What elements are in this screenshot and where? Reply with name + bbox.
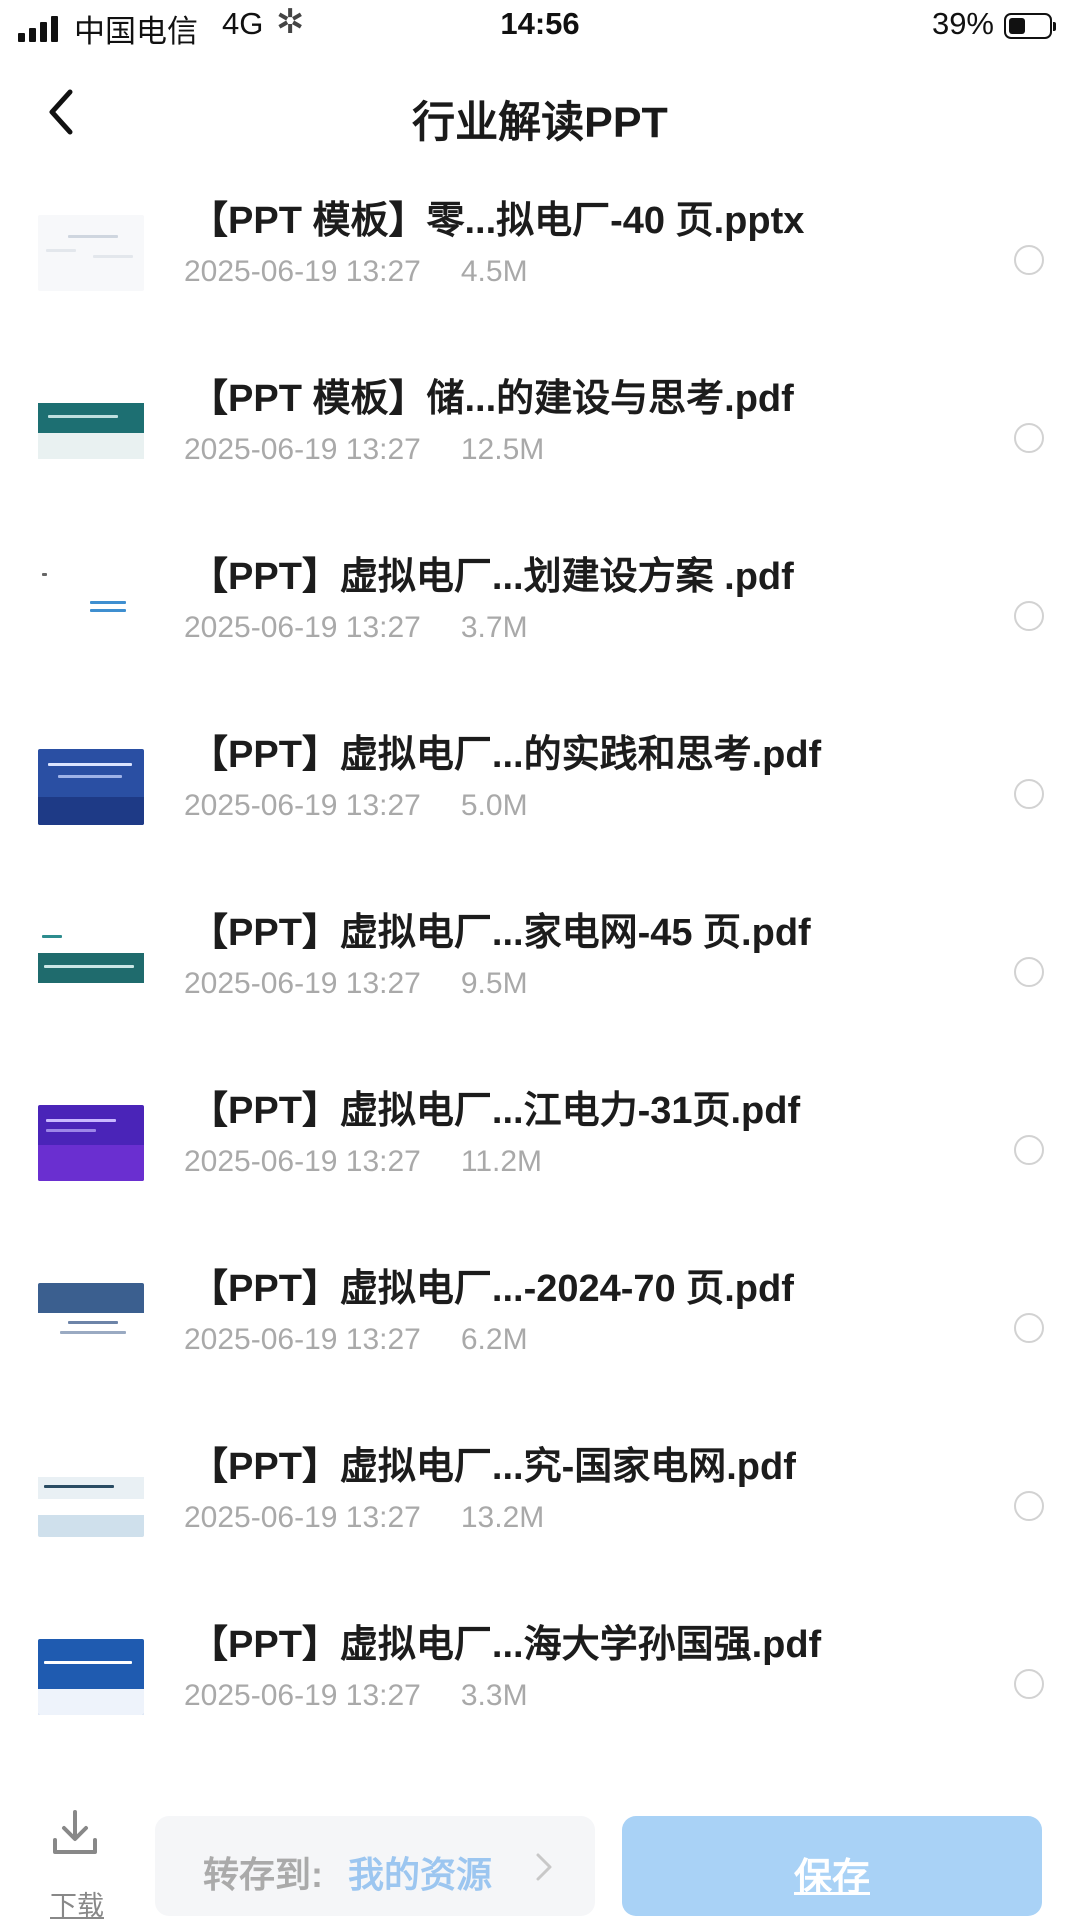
file-meta: 2025-06-19 13:27 3.7M [184, 611, 528, 645]
file-meta: 2025-06-19 13:27 13.2M [184, 1501, 544, 1535]
select-radio[interactable] [1014, 779, 1044, 809]
select-radio[interactable] [1014, 601, 1044, 631]
save-to-label: 转存到: [203, 1854, 323, 1895]
list-item[interactable]: 【PPT】虚拟电厂...究-国家电网.pdf 2025-06-19 13:27 1… [0, 1411, 1080, 1589]
file-thumbnail [38, 927, 144, 1003]
file-size: 13.2M [460, 1501, 545, 1534]
file-name: 【PPT】虚拟电厂...家电网-45 页.pdf [190, 912, 811, 954]
file-list: 【PPT 模板】零...拟电厂-40 页.pptx 2025-06-19 13:… [0, 165, 1080, 1767]
file-size: 11.2M [460, 1145, 543, 1178]
file-thumbnail [38, 1461, 144, 1537]
file-meta: 2025-06-19 13:27 4.5M [184, 255, 528, 289]
file-size: 5.0M [460, 789, 528, 822]
select-radio[interactable] [1014, 245, 1044, 275]
select-radio[interactable] [1014, 423, 1044, 453]
list-item[interactable]: 【PPT】虚拟电厂...划建设方案 .pdf 2025-06-19 13:27 3… [0, 521, 1080, 699]
file-name: 【PPT】虚拟电厂...-2024-70 页.pdf [190, 1268, 794, 1310]
file-thumbnail [38, 1105, 144, 1181]
file-thumbnail [38, 393, 144, 469]
file-name: 【PPT】虚拟电厂...的实践和思考.pdf [190, 734, 822, 776]
file-meta: 2025-06-19 13:27 3.3M [184, 1679, 528, 1713]
save-to-destination: 我的资源 [348, 1854, 493, 1895]
page-title: 行业解读PPT [412, 99, 668, 147]
file-name: 【PPT 模板】零...拟电厂-40 页.pptx [190, 200, 805, 242]
file-size: 9.5M [460, 967, 528, 1000]
list-item[interactable]: 【PPT】虚拟电厂...的实践和思考.pdf 2025-06-19 13:27 5… [0, 699, 1080, 877]
download-icon [53, 1810, 97, 1854]
file-size: 12.5M [460, 433, 545, 466]
list-item[interactable]: 【PPT】虚拟电厂...家电网-45 页.pdf 2025-06-19 13:2… [0, 877, 1080, 1055]
battery-percent: 39% [931, 6, 994, 41]
file-size: 3.7M [460, 611, 528, 644]
file-meta: 2025-06-19 13:27 5.0M [184, 789, 528, 823]
file-size: 6.2M [460, 1323, 528, 1356]
file-meta: 2025-06-19 13:27 11.2M [184, 1145, 542, 1179]
file-name: 【PPT 模板】储...的建设与思考.pdf [190, 378, 794, 420]
file-size: 3.3M [460, 1679, 528, 1712]
file-meta: 2025-06-19 13:27 9.5M [184, 967, 528, 1001]
list-item[interactable]: 【PPT 模板】储...的建设与思考.pdf 2025-06-19 13:27 1… [0, 343, 1080, 521]
file-size: 4.5M [460, 255, 528, 288]
file-date: 2025-06-19 13:27 [184, 611, 421, 644]
file-date: 2025-06-19 13:27 [184, 1145, 421, 1178]
battery-icon [1004, 13, 1056, 39]
file-date: 2025-06-19 13:27 [184, 255, 421, 288]
select-radio[interactable] [1014, 1491, 1044, 1521]
status-bar: 中国电信 4G ✲ 14:56 39% [0, 0, 1080, 60]
file-meta: 2025-06-19 13:27 12.5M [184, 433, 544, 467]
select-radio[interactable] [1014, 957, 1044, 987]
file-thumbnail [38, 1283, 144, 1359]
list-item[interactable]: 【PPT】虚拟电厂...海大学孙国强.pdf 2025-06-19 13:27 3… [0, 1589, 1080, 1767]
file-name: 【PPT】虚拟电厂...划建设方案 .pdf [190, 556, 794, 598]
save-button-label: 保存 [793, 1857, 870, 1899]
file-meta: 2025-06-19 13:27 6.2M [184, 1323, 528, 1357]
file-date: 2025-06-19 13:27 [184, 967, 421, 1000]
status-time: 14:56 [500, 6, 580, 41]
list-item[interactable]: 【PPT 模板】零...拟电厂-40 页.pptx 2025-06-19 13:… [0, 165, 1080, 343]
select-radio[interactable] [1014, 1135, 1044, 1165]
file-name: 【PPT】虚拟电厂...江电力-31页.pdf [190, 1090, 801, 1132]
select-radio[interactable] [1014, 1669, 1044, 1699]
save-button[interactable]: 保存 [622, 1816, 1042, 1916]
file-thumbnail [38, 571, 144, 647]
select-radio[interactable] [1014, 1313, 1044, 1343]
file-date: 2025-06-19 13:27 [184, 1501, 421, 1534]
file-date: 2025-06-19 13:27 [184, 789, 421, 822]
nav-header: 行业解读PPT [0, 60, 1080, 160]
list-item[interactable]: 【PPT】虚拟电厂...江电力-31页.pdf 2025-06-19 13:27… [0, 1055, 1080, 1233]
file-thumbnail [38, 215, 144, 291]
file-name: 【PPT】虚拟电厂...海大学孙国强.pdf [190, 1624, 822, 1666]
download-button[interactable]: 下载 [40, 1800, 110, 1921]
file-date: 2025-06-19 13:27 [184, 1679, 421, 1712]
file-date: 2025-06-19 13:27 [184, 1323, 421, 1356]
file-name: 【PPT】虚拟电厂...究-国家电网.pdf [190, 1446, 796, 1488]
save-to-selector[interactable]: 转存到: 我的资源 [155, 1816, 595, 1916]
list-item[interactable]: 【PPT】虚拟电厂...-2024-70 页.pdf 2025-06-19 13… [0, 1233, 1080, 1411]
download-label: 下载 [50, 1891, 104, 1921]
file-thumbnail [38, 1639, 144, 1715]
chevron-right-icon [536, 1853, 552, 1881]
file-date: 2025-06-19 13:27 [184, 433, 421, 466]
bottom-action-bar: 下载 转存到: 我的资源 保存 [0, 1800, 1080, 1921]
file-thumbnail [38, 749, 144, 825]
